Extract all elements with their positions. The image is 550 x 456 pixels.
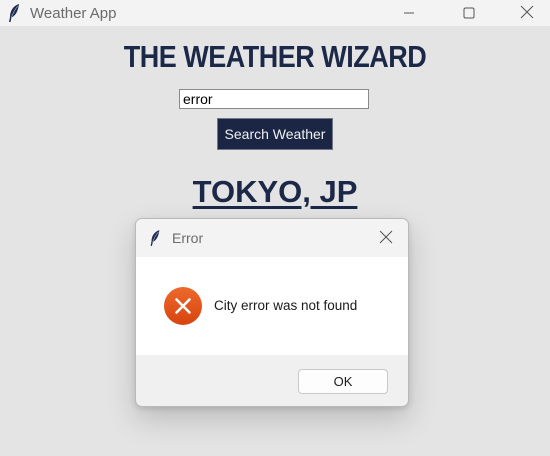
close-button[interactable]: [504, 0, 550, 26]
dialog-title: Error: [172, 230, 204, 246]
error-message: City error was not found: [214, 298, 358, 313]
dialog-title-bar: Error: [136, 219, 408, 257]
city-search-input[interactable]: [179, 89, 369, 109]
feather-icon: [6, 3, 22, 23]
search-weather-button[interactable]: Search Weather: [217, 118, 333, 150]
dialog-close-button[interactable]: [376, 228, 396, 248]
close-icon: [520, 4, 534, 23]
maximize-button[interactable]: [446, 0, 492, 26]
error-dialog: Error City error was not found OK: [135, 218, 409, 407]
maximize-icon: [463, 4, 475, 23]
ok-button[interactable]: OK: [298, 369, 388, 394]
minimize-icon: [403, 4, 415, 23]
title-bar: Weather App: [0, 0, 550, 26]
app-heading: THE WEATHER WIZARD: [123, 40, 427, 74]
window-title: Weather App: [30, 5, 117, 22]
ok-button-label: OK: [333, 374, 353, 389]
minimize-button[interactable]: [386, 0, 432, 26]
dialog-body: City error was not found: [136, 257, 408, 355]
error-icon: [163, 286, 203, 326]
weather-app-window: Weather App THE WEATHER WIZARD Search We…: [0, 0, 550, 456]
city-label: TOKYO, JP: [0, 174, 550, 210]
city-name: TOKYO, JP: [192, 174, 358, 209]
search-weather-label: Search Weather: [224, 126, 326, 142]
feather-icon: [148, 228, 162, 248]
close-icon: [379, 229, 393, 248]
